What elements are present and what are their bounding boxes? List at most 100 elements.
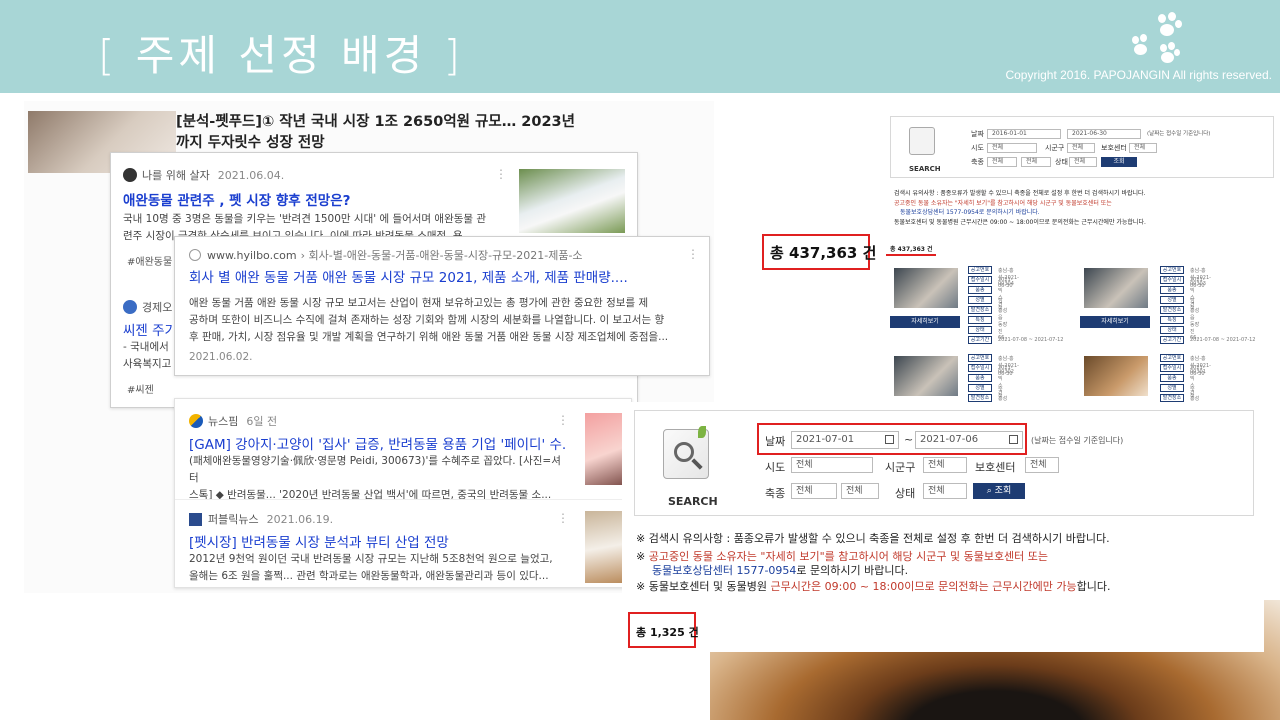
state-label: 상태 (895, 487, 916, 500)
hours-note: ※ 동물보호센터 및 동물병원 근무시간은 09:00 ~ 18:00이므로 문… (636, 580, 1111, 593)
result-total: 총 1,325 건 (636, 626, 699, 639)
animal-photo[interactable] (894, 268, 958, 308)
result-title[interactable]: [GAM] 강아지·고양이 '집사' 급증, 반려동물 용품 기업 '페이디' … (189, 433, 565, 453)
blog-avatar-icon (123, 168, 137, 182)
result-date: 6일 전 (246, 415, 278, 428)
more-options-icon[interactable]: ⋮ (557, 511, 569, 525)
more-options-icon[interactable]: ⋮ (557, 413, 569, 427)
date-to-input[interactable]: 2021-06-30 (1067, 129, 1141, 139)
species-select[interactable]: 전체 (791, 483, 837, 499)
result-date: 2021.06.04. (217, 168, 285, 182)
city-label: 시도 (765, 461, 786, 474)
state-label: 상태 (1055, 158, 1068, 166)
shelter-select[interactable]: 전체 (1025, 457, 1059, 473)
source-name[interactable]: 경제오 (142, 299, 172, 315)
calendar-icon[interactable] (885, 435, 894, 444)
city-label: 시도 (971, 144, 984, 152)
shelter-label: 보호센터 (1101, 144, 1127, 152)
more-options-icon[interactable]: ⋮ (495, 167, 507, 181)
search-caution-note: 검색시 유의사항 : 품종오류가 발생할 수 있으니 축종을 전체로 설정 후 … (894, 190, 1146, 197)
detail-button[interactable]: 자세히보기 (1080, 316, 1150, 328)
animal-protection-search-screenshot: SEARCH 날짜 2016-01-01 2021-06-30 (날짜는 접수일… (758, 112, 1280, 429)
date-hint: (날짜는 접수일 기준입니다) (1147, 131, 1211, 137)
date-hint: (날짜는 접수일 기준입니다) (1031, 436, 1124, 445)
city-select[interactable]: 전체 (791, 457, 873, 473)
dog-photo-thumbnail[interactable] (519, 169, 625, 233)
animal-photo[interactable] (894, 356, 958, 396)
calendar-icon[interactable] (1009, 435, 1018, 444)
search-magnifier-icon (663, 426, 709, 479)
article-headline[interactable]: [분석-펫푸드]① 작년 국내 시장 1조 2650억원 규모… 2023년까지… (176, 112, 576, 154)
header-band: [ 주제 선정 배경 ] Copyright 2016. PAPOJANGIN … (0, 0, 1280, 93)
divider (175, 499, 631, 500)
shelter-label: 보호센터 (975, 461, 1016, 474)
slide-title: [ 주제 선정 배경 ] (98, 31, 465, 80)
state-select[interactable]: 전체 (1069, 157, 1097, 167)
owner-note-contact: 동물보호상담센터 1577-0954로 문의하시기 바랍니다. (900, 209, 1040, 216)
kind-select[interactable]: 전체 (841, 483, 879, 499)
date-label: 날짜 (765, 435, 786, 448)
source-url[interactable]: www.hyilbo.com (207, 249, 297, 262)
news-avatar-icon (123, 300, 137, 314)
search-logo-label: SEARCH (668, 495, 718, 508)
result-snippet: 애완 동물 거품 애완 동물 시장 규모 보고서는 산업이 현재 보유하고있는 … (189, 297, 669, 343)
result-source: 퍼블릭뉴스 2021.06.19. (189, 511, 333, 527)
date-label: 날짜 (971, 130, 984, 138)
result-date: 2021.06.02. (189, 351, 253, 363)
search-button[interactable]: ⌕ 조회 (973, 483, 1025, 499)
search-panel: SEARCH 날짜 2021-07-01 ~ 2021-07-06 (날짜는 접… (634, 410, 1254, 516)
result-title[interactable]: [펫시장] 반려동물 시장 분석과 뷰티 산업 전망 (189, 531, 449, 551)
district-select[interactable]: 전체 (1067, 143, 1095, 153)
district-select[interactable]: 전체 (923, 457, 967, 473)
source-path: › 회사-별-애완-동물-거품-애완-동물-시장-규모-2021-제품-소 (300, 249, 583, 262)
result-snippet: 2012년 9천억 원이던 국내 반려동물 시장 규모는 지난해 5조8천억 원… (189, 553, 553, 582)
state-select[interactable]: 전체 (923, 483, 967, 499)
result-source: www.hyilbo.com › 회사-별-애완-동물-거품-애완-동물-시장-… (189, 247, 583, 263)
source-name[interactable]: 뉴스핌 (208, 413, 238, 429)
search-icon: ⌕ (986, 486, 995, 496)
total-underline (886, 254, 936, 256)
result-snippet: (패체애완동물영양기술·佩欣·영문명 Peidi, 300673)'를 수혜주로… (189, 455, 561, 501)
search-result-card: www.hyilbo.com › 회사-별-애완-동물-거품-애완-동물-시장-… (174, 236, 710, 376)
result-source: 나를 위해 살자 2021.06.04. (123, 167, 284, 183)
news-result-card: 뉴스핌 6일 전 ⋮ [GAM] 강아지·고양이 '집사' 급증, 반려동물 용… (174, 398, 632, 588)
search-caution-note: ※ 검색시 유의사항 : 품종오류가 발생할 수 있으니 축종을 전체로 설정 … (636, 532, 1110, 545)
result-title[interactable]: 애완동물 관련주 , 펫 시장 향후 전망은? (123, 189, 350, 209)
paw-icon (1128, 12, 1188, 64)
shelter-select[interactable]: 전체 (1129, 143, 1157, 153)
district-label: 시군구 (1045, 144, 1065, 152)
kind-select[interactable]: 전체 (1021, 157, 1051, 167)
search-button-label: 조회 (994, 486, 1012, 496)
source-name[interactable]: 나를 위해 살자 (142, 167, 210, 183)
search-magnifier-icon (909, 127, 935, 155)
more-options-icon[interactable]: ⋮ (687, 247, 699, 261)
result-total-big: 총 437,363 건 (770, 244, 877, 262)
newspim-logo-icon (189, 414, 203, 428)
result-total-small: 총 437,363 건 (890, 246, 933, 253)
date-from-input[interactable]: 2021-07-01 (791, 431, 899, 449)
result-title[interactable]: 씨젠 주기 (123, 319, 177, 339)
date-from-input[interactable]: 2016-01-01 (987, 129, 1061, 139)
source-name[interactable]: 퍼블릭뉴스 (208, 511, 259, 527)
detail-button[interactable]: 자세히보기 (890, 316, 960, 328)
hours-note: 동물보호센터 및 동물병원 근무시간은 09:00 ~ 18:00이므로 문의전… (894, 219, 1146, 226)
search-button[interactable]: 조회 (1101, 157, 1137, 167)
result-source: 뉴스핌 6일 전 (189, 413, 277, 429)
copyright-text: Copyright 2016. PAPOJANGIN All rights re… (1005, 68, 1272, 82)
city-select[interactable]: 전체 (987, 143, 1037, 153)
animal-protection-search-screenshot-zoomed: SEARCH 날짜 2021-07-01 ~ 2021-07-06 (날짜는 접… (622, 402, 1264, 652)
species-select[interactable]: 전체 (987, 157, 1017, 167)
result-snippet: - 국내에서 사육복지고 (123, 341, 172, 370)
species-label: 축종 (765, 487, 786, 500)
result-date: 2021.06.19. (266, 512, 334, 526)
result-title[interactable]: 회사 별 애완 동물 거품 애완 동물 시장 규모 2021, 제품 소개, 제… (189, 266, 689, 286)
owner-note: 공고중인 동물 소유자는 "자세히 보기"를 참고하시어 해당 시군구 및 동물… (894, 200, 1112, 207)
animal-photo[interactable] (1084, 356, 1148, 396)
animal-photo[interactable] (1084, 268, 1148, 308)
result-tag[interactable]: #애완동물 (127, 253, 172, 268)
species-label: 축종 (971, 158, 984, 166)
result-tag[interactable]: #씨젠 (127, 381, 154, 396)
date-to-input[interactable]: 2021-07-06 (915, 431, 1023, 449)
result-source: 경제오 (123, 299, 172, 315)
date-separator: ~ (904, 433, 914, 446)
